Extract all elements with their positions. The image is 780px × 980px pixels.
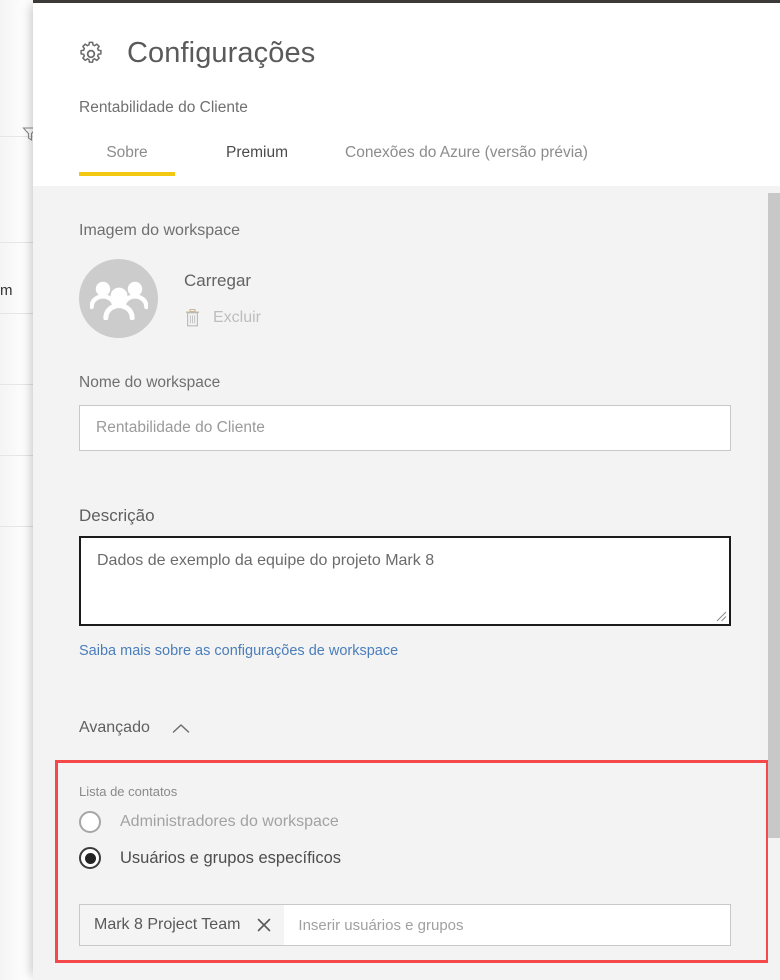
workspace-image-actions: Carregar Excluir xyxy=(184,259,261,327)
settings-pane: Configurações Rentabilidade do Cliente S… xyxy=(33,0,780,980)
selected-group-chip: Mark 8 Project Team xyxy=(80,905,285,945)
workspace-name-label: Nome do workspace xyxy=(79,374,221,391)
delete-image-label: Excluir xyxy=(213,308,262,326)
tab-azure-connections[interactable]: Conexões do Azure (versão prévia) xyxy=(345,144,588,176)
workspace-image-row: Carregar Excluir xyxy=(79,259,261,338)
background-clipped-text: m xyxy=(0,282,13,299)
radio-workspace-admins-label: Administradores do workspace xyxy=(120,813,339,830)
radio-specific-users-label: Usuários e grupos específicos xyxy=(120,848,342,867)
gear-icon xyxy=(80,41,102,63)
chip-label: Mark 8 Project Team xyxy=(94,916,241,933)
radio-workspace-admins[interactable]: Administradores do workspace xyxy=(79,811,339,833)
workspace-image-label: Imagem do workspace xyxy=(79,222,240,239)
settings-tabs: Sobre Premium Conexões do Azure (versão … xyxy=(79,144,588,176)
contact-list-label: Lista de contatos xyxy=(79,784,178,799)
learn-more-link[interactable]: Saiba mais sobre as configurações de wor… xyxy=(79,643,398,659)
pane-title-row: Configurações xyxy=(77,39,315,68)
workspace-name-input[interactable] xyxy=(79,405,731,451)
scrollbar-thumb[interactable] xyxy=(768,193,780,838)
page-title: Configurações xyxy=(127,37,316,69)
description-textarea[interactable] xyxy=(81,538,729,624)
advanced-label: Avançado xyxy=(79,719,150,736)
settings-pane-screen: m Configurações Rentabilidade do Cliente… xyxy=(0,0,780,980)
upload-button[interactable]: Carregar xyxy=(184,271,261,291)
tab-premium[interactable]: Premium xyxy=(187,144,327,176)
users-and-groups-picker[interactable]: Mark 8 Project Team xyxy=(79,904,731,946)
users-and-groups-input[interactable] xyxy=(284,905,730,945)
chevron-up-icon xyxy=(172,723,190,733)
workspace-name-subtitle: Rentabilidade do Cliente xyxy=(79,99,248,116)
trash-icon xyxy=(186,308,199,327)
advanced-section-toggle[interactable]: Avançado xyxy=(79,719,190,737)
radio-dot xyxy=(84,852,96,864)
workspace-avatar xyxy=(79,259,158,338)
pane-body: Imagem do workspace Carregar Excluir Nom… xyxy=(33,186,780,980)
workspace-group-avatar-icon xyxy=(89,281,148,320)
radio-button-selected[interactable] xyxy=(79,847,101,869)
pane-header: Configurações Rentabilidade do Cliente S… xyxy=(33,3,780,186)
description-label: Descrição xyxy=(79,506,155,525)
tab-sobre[interactable]: Sobre xyxy=(79,144,175,176)
radio-specific-users[interactable]: Usuários e grupos específicos xyxy=(79,847,341,869)
radio-button-unselected[interactable] xyxy=(79,811,101,833)
close-icon[interactable] xyxy=(256,917,272,933)
description-field[interactable] xyxy=(79,536,731,626)
delete-image-button[interactable]: Excluir xyxy=(184,308,261,327)
